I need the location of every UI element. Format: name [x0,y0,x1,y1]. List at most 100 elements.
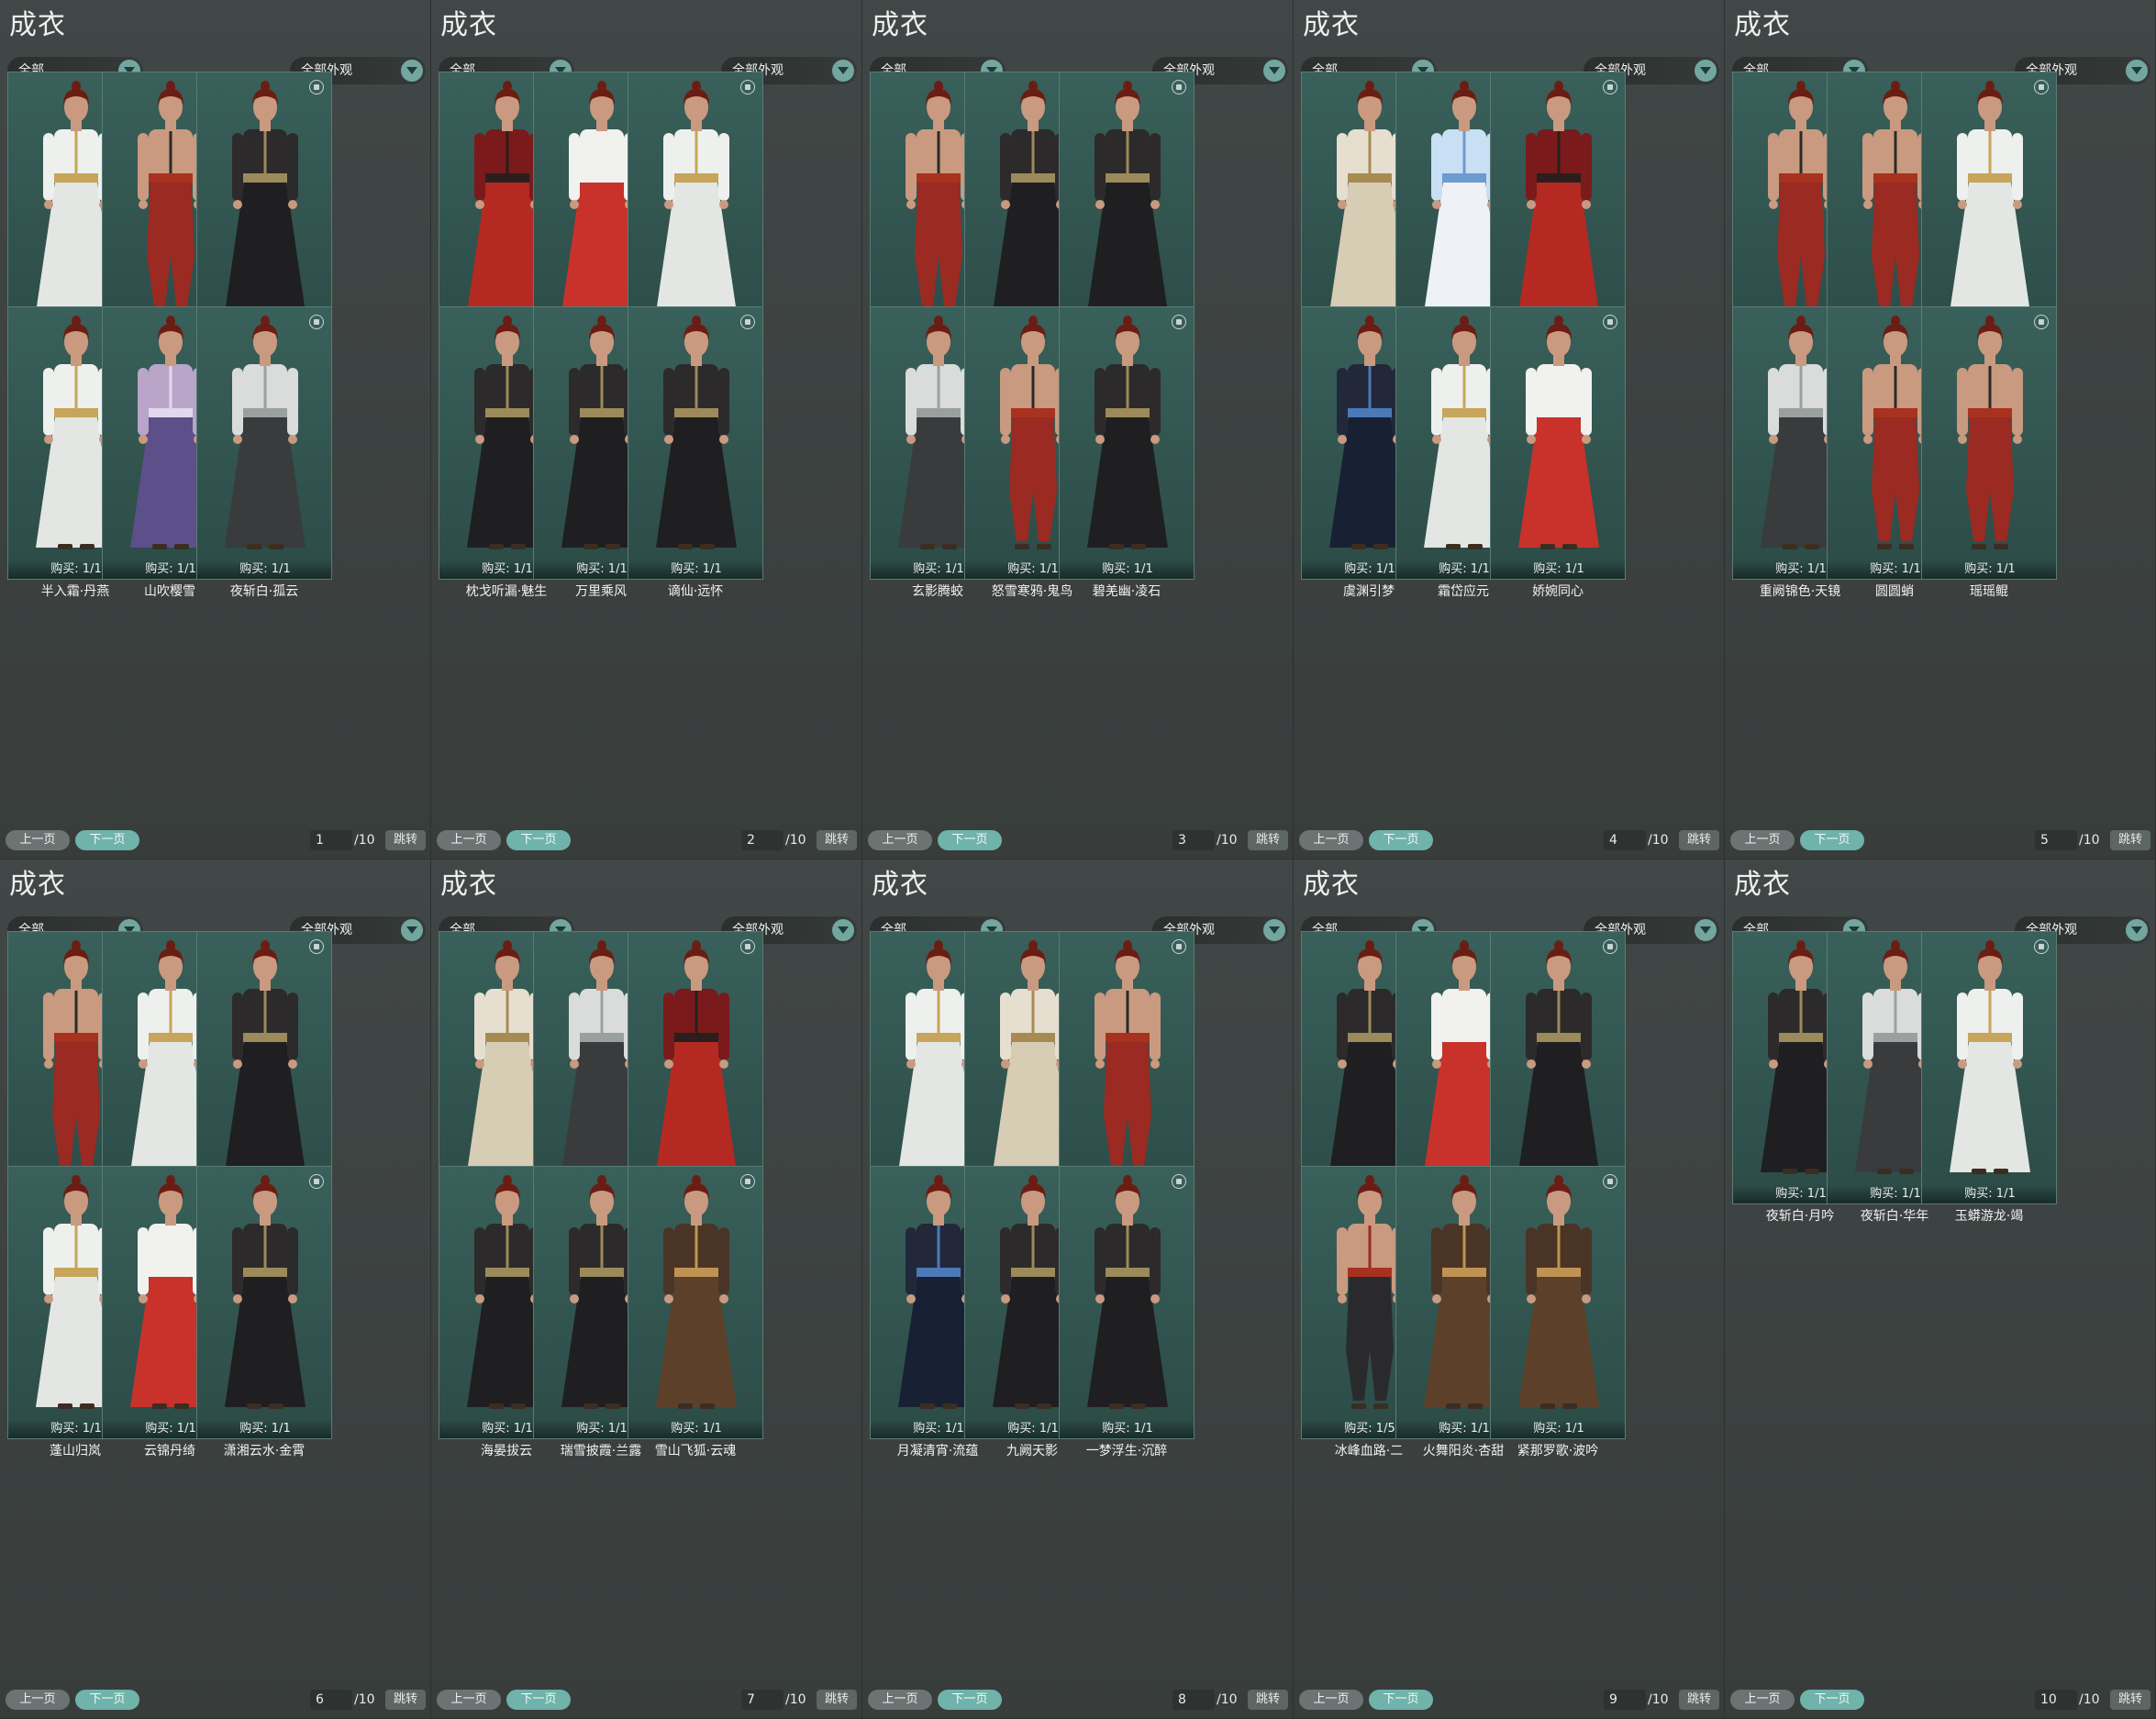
prev-page-button[interactable]: 上一页 [1299,1690,1363,1710]
page-number-input[interactable]: 1 [310,830,352,850]
jump-button[interactable]: 跳转 [1248,830,1288,850]
left-arm [1526,368,1537,436]
page-number-input[interactable]: 7 [741,1690,783,1710]
outfit-card[interactable]: 购买: 1/1雪衣貂裘·寒山 [196,931,332,1224]
next-page-button[interactable]: 下一页 [1800,830,1864,850]
clock-icon[interactable] [1603,1174,1617,1189]
outfit-card[interactable]: 购买: 1/1相思云鸢 [628,931,763,1224]
catalog-panel-2: 成衣全部全部外观购买: 1/1夜斩白·暮长购买: 1/1晴岚绘购买: 1/1枕戈… [431,0,862,860]
left-shoe [1972,1169,1986,1174]
trash-icon[interactable] [740,80,755,94]
outfit-card[interactable]: 购买: 1/1 碧羌幽·凌石 [1059,306,1195,599]
clock-icon[interactable] [1603,939,1617,954]
next-page-button[interactable]: 下一页 [506,830,571,850]
page-total: /10 [2079,833,2100,848]
next-page-button[interactable]: 下一页 [1800,1690,1864,1710]
jump-button[interactable]: 跳转 [817,1690,857,1710]
trash-icon[interactable] [309,1174,324,1189]
page-number-input[interactable]: 9 [1604,1690,1646,1710]
outfit-card[interactable]: 购买: 1/1 夜斩白·孤云 [196,306,332,599]
outfit-card[interactable]: 购买: 1/1云鸿相期 [196,72,332,364]
trash-icon[interactable] [1172,1174,1186,1189]
jump-button[interactable]: 跳转 [1679,1690,1719,1710]
left-hand [906,1059,916,1069]
prev-page-button[interactable]: 上一页 [6,830,70,850]
clock-icon[interactable] [1172,315,1186,329]
jump-button[interactable]: 跳转 [385,830,426,850]
prev-page-button[interactable]: 上一页 [437,1690,501,1710]
left-hand [139,1294,148,1303]
clock-icon[interactable] [2034,80,2049,94]
sash [243,1268,287,1277]
page-number-input[interactable]: 8 [1172,1690,1215,1710]
page-number-input[interactable]: 10 [2035,1690,2077,1710]
clock-icon[interactable] [1172,80,1186,94]
clock-icon[interactable] [309,939,324,954]
prev-page-button[interactable]: 上一页 [868,1690,932,1710]
next-page-button[interactable]: 下一页 [938,830,1002,850]
left-arm [474,993,485,1060]
page-number-input[interactable]: 6 [310,1690,352,1710]
left-hand [1095,1294,1105,1303]
next-page-button[interactable]: 下一页 [938,1690,1002,1710]
left-arm [138,993,149,1060]
clock-icon[interactable] [309,315,324,329]
jump-button[interactable]: 跳转 [385,1690,426,1710]
clock-icon[interactable] [740,939,755,954]
left-hand [1432,1059,1441,1069]
outfit-card[interactable]: 购买: 1/1 谪仙·远怀 [628,306,763,599]
trash-icon[interactable] [309,80,324,94]
prev-page-button[interactable]: 上一页 [6,1690,70,1710]
left-arm [569,993,580,1060]
outfit-card[interactable]: 购买: 1/1 娇婉同心 [1490,306,1626,599]
outfit-card[interactable]: 购买: 1/1枕戈听漏·夜梨 [628,72,763,364]
outfit-card[interactable]: 购买: 1/1凌霄踏云 [1921,72,2057,364]
outfit-card[interactable]: 购买: 2/5冰峰血路·三 [1490,931,1626,1224]
page-number-input[interactable]: 4 [1604,830,1646,850]
next-page-button[interactable]: 下一页 [75,1690,139,1710]
purchase-count: 购买: 1/1 [628,560,762,579]
jump-button[interactable]: 跳转 [1248,1690,1288,1710]
outfit-card[interactable]: 购买: 1/1 一梦浮生·沉醉 [1059,1166,1195,1458]
outfit-card[interactable]: 购买: 1/1 潇湘云水·金霄 [196,1166,332,1458]
topknot [1123,316,1132,327]
outfit-card[interactable]: 购买: 1/1十载长风·望云归 [1490,72,1626,364]
page-number-input[interactable]: 3 [1172,830,1215,850]
left-hand [139,200,148,209]
outfit-card[interactable]: 购买: 1/1 紧那罗歌·波吟 [1490,1166,1626,1458]
outfit-card[interactable]: 购买: 1/1 雪山飞狐·云魂 [628,1166,763,1458]
prev-page-button[interactable]: 上一页 [868,830,932,850]
prev-page-button[interactable]: 上一页 [437,830,501,850]
outfit-preview: 购买: 1/1 [628,931,763,1204]
clock-icon[interactable] [1603,80,1617,94]
prev-page-button[interactable]: 上一页 [1299,830,1363,850]
next-page-button[interactable]: 下一页 [506,1690,571,1710]
next-page-button[interactable]: 下一页 [1369,830,1433,850]
next-page-button[interactable]: 下一页 [75,830,139,850]
clock-icon[interactable] [2034,939,2049,954]
right-arm [2012,368,2023,436]
clock-icon[interactable] [1603,315,1617,329]
page-number-input[interactable]: 5 [2035,830,2077,850]
next-page-button[interactable]: 下一页 [1369,1690,1433,1710]
jump-button[interactable]: 跳转 [2110,830,2150,850]
clock-icon[interactable] [740,315,755,329]
purchase-count: 购买: 1/1 [628,1420,762,1438]
page-total: /10 [354,833,375,848]
outfit-card[interactable]: 购买: 1/1罗姆之舞·婵娟 [1059,72,1195,364]
jump-button[interactable]: 跳转 [1679,830,1719,850]
outfit-card[interactable]: 购买: 1/1 玉蟒游龙·竭 [1921,931,2057,1224]
left-arm [43,368,54,436]
right-shoe [1373,544,1388,549]
jump-button[interactable]: 跳转 [817,830,857,850]
sash [674,408,718,417]
jump-button[interactable]: 跳转 [2110,1690,2150,1710]
outfit-card[interactable]: 购买: 1/1特·舟雨眠·帽 [1059,931,1195,1224]
clock-icon[interactable] [2034,315,2049,329]
outfit-card[interactable]: 购买: 1/1 瑶瑶鲲 [1921,306,2057,599]
prev-page-button[interactable]: 上一页 [1730,830,1795,850]
prev-page-button[interactable]: 上一页 [1730,1690,1795,1710]
clock-icon[interactable] [740,1174,755,1189]
clock-icon[interactable] [1172,939,1186,954]
page-number-input[interactable]: 2 [741,830,783,850]
